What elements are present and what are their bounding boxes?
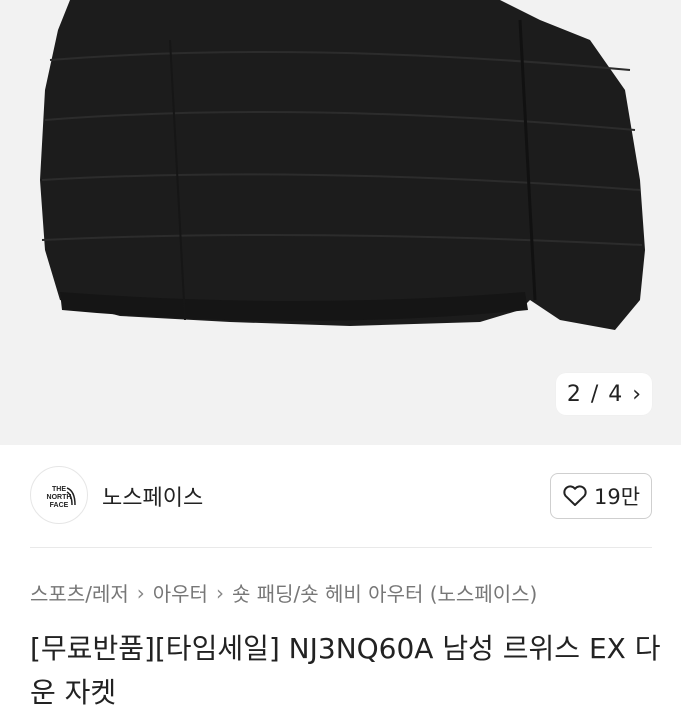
svg-text:THE: THE	[52, 486, 66, 493]
pager-separator: /	[590, 381, 599, 407]
pager-current: 2	[566, 381, 581, 407]
image-pager[interactable]: 2 / 4 ›	[556, 373, 652, 415]
heart-icon	[563, 485, 587, 506]
pager-total: 4	[608, 381, 623, 407]
breadcrumb: 스포츠/레저 › 아우터 › 숏 패딩/숏 헤비 아우터 (노스페이스)	[30, 578, 537, 607]
breadcrumb-item-outer[interactable]: 아우터	[153, 578, 208, 607]
chevron-right-icon[interactable]: ›	[632, 382, 641, 407]
seller-name[interactable]: 노스페이스	[102, 480, 203, 512]
product-image-carousel[interactable]: 2 / 4 ›	[0, 0, 681, 445]
seller-row: THE NORTH FACE 노스페이스 19만	[30, 466, 652, 526]
divider	[30, 547, 652, 548]
chevron-right-icon: ›	[215, 580, 224, 605]
breadcrumb-item-short-padding[interactable]: 숏 패딩/숏 헤비 아우터 (노스페이스)	[232, 578, 537, 607]
like-button[interactable]: 19만	[550, 473, 652, 519]
like-count: 19만	[593, 485, 641, 509]
product-title: [무료반품][타임세일] NJ3NQ60A 남성 르위스 EX 다운 자켓	[30, 632, 661, 709]
svg-text:FACE: FACE	[50, 502, 69, 509]
svg-text:NORTH: NORTH	[47, 494, 72, 501]
brand-logo[interactable]: THE NORTH FACE	[30, 466, 88, 524]
chevron-right-icon: ›	[136, 580, 145, 605]
breadcrumb-item-sports[interactable]: 스포츠/레저	[30, 578, 129, 607]
